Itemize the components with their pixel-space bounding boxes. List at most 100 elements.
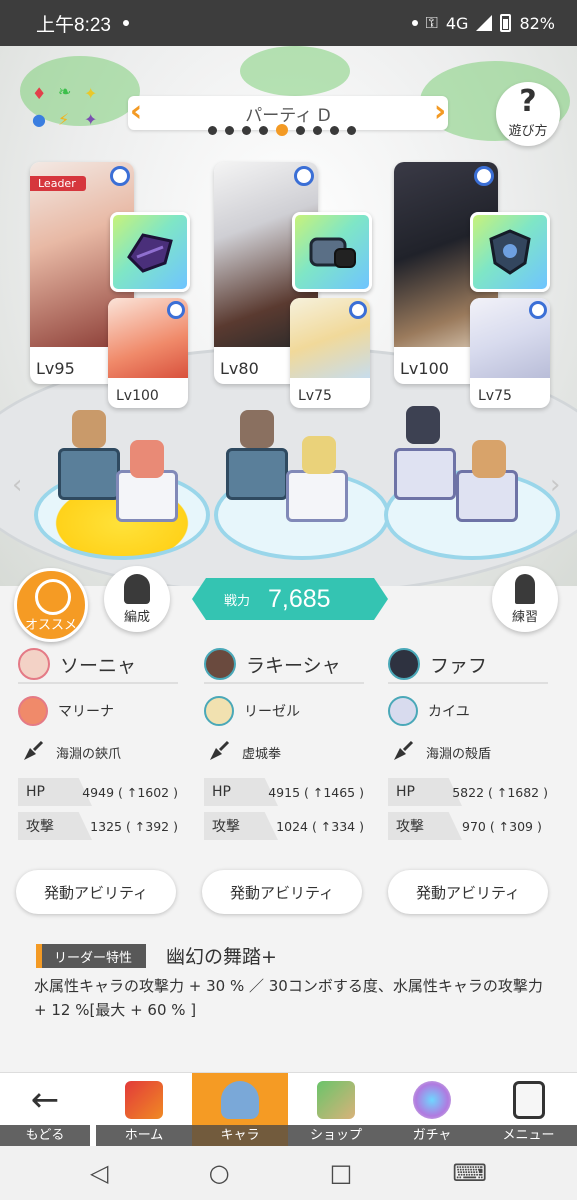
character-icon (221, 1081, 259, 1119)
main-character-name: ファフ (430, 654, 488, 677)
character-sprite (240, 410, 274, 448)
claw-weapon-icon (127, 233, 173, 273)
system-home-icon[interactable]: ○ (209, 1159, 230, 1187)
stone-block (58, 448, 120, 500)
recommend-button[interactable]: オススメ (14, 568, 88, 642)
sub-character-row[interactable]: リーゼル (204, 690, 364, 732)
water-element-ring (294, 166, 314, 186)
attack-stat: 攻撃 1325 ( ↑392 ) (18, 812, 178, 840)
sub-character-level: Lv75 (298, 388, 332, 404)
help-button[interactable]: ? 遊び方 (496, 82, 560, 146)
thunder-icon: ⚡ (58, 110, 70, 129)
scroll-right-icon[interactable]: › (550, 470, 560, 500)
nav-gacha-label: ガチャ (384, 1125, 480, 1147)
page-dot[interactable] (259, 125, 268, 135)
practice-button[interactable]: 練習 (492, 566, 558, 632)
weapon-slot-2[interactable] (292, 212, 372, 292)
attack-stat: 攻撃 970 ( ↑309 ) (388, 812, 548, 840)
gauntlet-weapon-icon (309, 237, 356, 268)
power-value: 7,685 (268, 584, 331, 613)
gamepad-icon[interactable]: ⌨ (452, 1159, 487, 1187)
system-recents-icon[interactable]: □ (330, 1159, 353, 1187)
ability-button-3[interactable]: 発動アビリティ (388, 870, 548, 914)
attack-label: 攻撃 (212, 819, 240, 835)
weapon-row[interactable]: 海淵の鋏爪 (18, 732, 178, 772)
page-dot[interactable] (242, 125, 251, 135)
hp-label: HP (26, 784, 45, 800)
page-dot[interactable] (225, 125, 234, 135)
gacha-icon (413, 1081, 451, 1119)
hp-stat: HP 4915 ( ↑1465 ) (204, 778, 364, 806)
character-level: Lv80 (220, 359, 259, 378)
sub-character-card-3[interactable]: Lv75 (470, 298, 550, 408)
sub-character-row[interactable]: マリーナ (18, 690, 178, 732)
sub-character-name: カイユ (428, 704, 470, 720)
sub-character-row[interactable]: カイユ (388, 690, 548, 732)
element-icons: ♦ ❧ ✦ ● ⚡ ✦ (26, 84, 106, 140)
power-display: 戦力 7,685 (192, 578, 388, 620)
weapon-icon (210, 740, 230, 760)
main-character-row[interactable]: ラキーシャ (204, 646, 364, 684)
character-sprite (130, 440, 164, 478)
hp-stat: HP 5822 ( ↑1682 ) (388, 778, 548, 806)
hp-stat: HP 4949 ( ↑1602 ) (18, 778, 178, 806)
attack-value: 1325 ( ↑392 ) (90, 818, 178, 834)
prev-party-button[interactable]: ‹ (124, 96, 148, 130)
nav-gacha[interactable]: ガチャ (384, 1073, 480, 1147)
question-icon: ? (519, 84, 537, 119)
nav-menu-label: メニュー (480, 1125, 577, 1147)
avatar (18, 648, 50, 680)
weapon-row[interactable]: 虚城拳 (204, 732, 364, 772)
weapon-slot-1[interactable] (110, 212, 190, 292)
avatar (388, 648, 420, 680)
water-icon: ● (32, 110, 46, 129)
sub-character-card-2[interactable]: Lv75 (290, 298, 370, 408)
party-name: パーティ D (245, 105, 331, 126)
attack-label: 攻撃 (26, 819, 54, 835)
weapon-slot-3[interactable] (470, 212, 550, 292)
ability-button-1[interactable]: 発動アビリティ (16, 870, 176, 914)
main-character-row[interactable]: ソーニャ (18, 646, 178, 684)
leader-skill-description: 水属性キャラの攻撃力 + 30 % ／ 30コンボする度、水属性キャラの攻撃力 … (34, 977, 543, 1019)
shop-icon (317, 1081, 355, 1119)
formation-button[interactable]: 編成 (104, 566, 170, 632)
attack-value: 1024 ( ↑334 ) (276, 818, 364, 834)
nav-home[interactable]: ホーム (96, 1073, 192, 1147)
recommend-icon (35, 579, 71, 615)
page-dot-active[interactable] (276, 124, 288, 136)
sub-character-card-1[interactable]: Lv100 (108, 298, 188, 408)
nav-menu[interactable]: メニュー (480, 1073, 577, 1147)
page-dot[interactable] (313, 125, 322, 135)
party-page-dots (208, 124, 356, 136)
page-dot[interactable] (296, 125, 305, 135)
hp-label: HP (212, 784, 231, 800)
hp-value: 4915 ( ↑1465 ) (268, 784, 364, 800)
wood-icon: ❧ (58, 82, 72, 101)
party-column-3: ファフ カイユ 海淵の殻盾 HP 5822 ( ↑1682 ) 攻撃 970 (… (388, 646, 548, 840)
weapon-icon (24, 740, 44, 760)
nav-shop[interactable]: ショップ (288, 1073, 384, 1147)
weapon-name: 海淵の殻盾 (426, 746, 492, 762)
weapon-name: 虚城拳 (242, 746, 282, 762)
water-element-ring (529, 301, 547, 319)
system-back-icon[interactable]: ◁ (90, 1159, 108, 1187)
dark-icon: ✦ (84, 110, 98, 129)
back-arrow-icon: ← (30, 1080, 60, 1120)
nav-back[interactable]: ← もどる (0, 1073, 90, 1147)
page-dot[interactable] (330, 125, 339, 135)
leader-skill-name: 幽幻の舞踏+ (166, 946, 277, 968)
scroll-left-icon[interactable]: ‹ (12, 470, 22, 500)
menu-icon (512, 1081, 545, 1119)
character-sprite (472, 440, 506, 478)
page-dot[interactable] (347, 125, 356, 135)
ability-button-2[interactable]: 発動アビリティ (202, 870, 362, 914)
nav-character[interactable]: キャラ (192, 1073, 288, 1147)
weapon-row[interactable]: 海淵の殻盾 (388, 732, 548, 772)
main-character-row[interactable]: ファフ (388, 646, 548, 684)
hp-value: 4949 ( ↑1602 ) (82, 784, 178, 800)
page-dot[interactable] (208, 125, 217, 135)
training-dummy-icon (515, 574, 535, 604)
battery-percent: 82% (519, 13, 555, 33)
recommend-label: オススメ (24, 618, 77, 633)
next-party-button[interactable]: › (428, 96, 452, 130)
